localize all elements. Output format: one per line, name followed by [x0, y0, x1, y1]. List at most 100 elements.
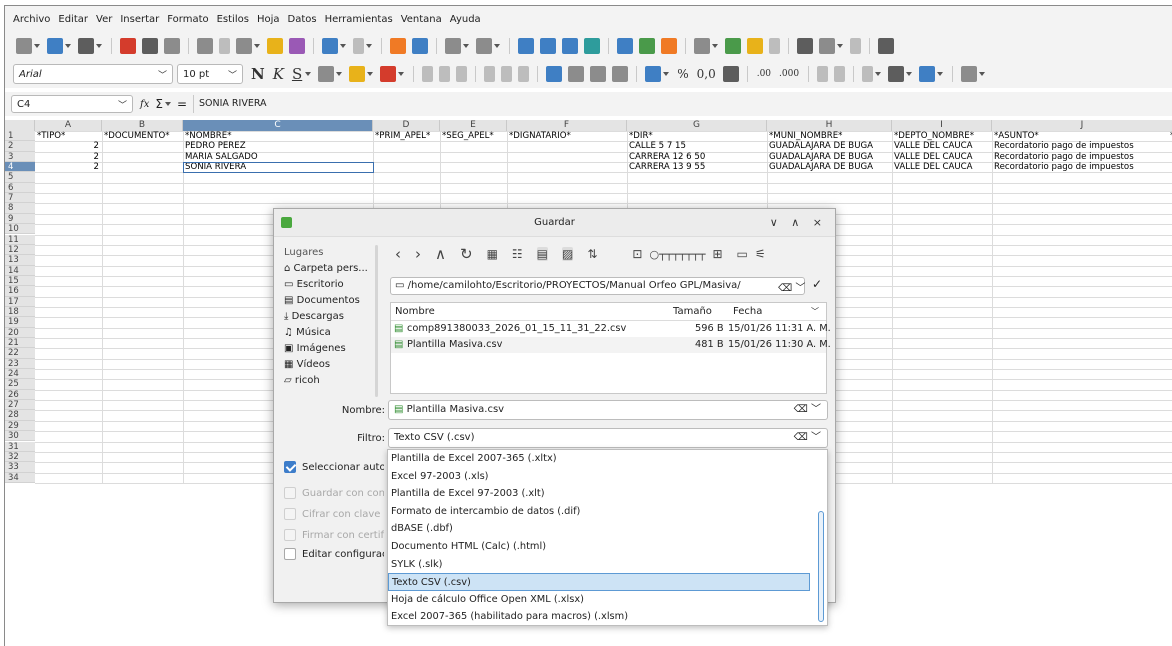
row-header[interactable]: 21	[5, 338, 35, 349]
header-cell[interactable]: *DIR*	[627, 131, 767, 141]
redo-icon[interactable]	[353, 38, 364, 54]
column-header[interactable]: G	[627, 120, 767, 131]
row-header[interactable]: 31	[5, 441, 35, 452]
row-header[interactable]: 8	[5, 203, 35, 214]
row-header[interactable]: 20	[5, 327, 35, 338]
cell-muni[interactable]: GUADALAJARA DE BUGA	[767, 141, 892, 151]
column-header[interactable]: I	[892, 120, 992, 131]
row-header[interactable]: 4	[5, 162, 35, 173]
place-music[interactable]: ♫ Música	[284, 325, 371, 341]
row-header[interactable]: 22	[5, 348, 35, 359]
add-decimal-button[interactable]: .00	[757, 69, 771, 79]
header-cell[interactable]: *SEG_APEL*	[440, 131, 507, 141]
cell-asunto[interactable]: Recordatorio pago de impuestos	[992, 152, 1168, 162]
percent-format-button[interactable]: %	[677, 67, 688, 81]
icon-view-icon[interactable]: ▦	[487, 247, 498, 261]
column-header[interactable]: E	[440, 120, 507, 131]
options-icon[interactable]: ⚟	[755, 247, 766, 261]
split-window-icon[interactable]	[850, 38, 861, 54]
sort-descending-icon[interactable]	[562, 38, 578, 54]
sort-ascending-icon[interactable]	[540, 38, 556, 54]
new-icon[interactable]	[16, 38, 32, 54]
place-documents[interactable]: ▤ Documentos	[284, 293, 371, 309]
date-format-icon[interactable]	[722, 66, 739, 82]
print-preview-icon[interactable]	[164, 38, 180, 54]
freeze-rows-icon[interactable]	[819, 38, 835, 54]
clear-path-icon[interactable]: ⌫ ﹀	[778, 279, 805, 294]
formula-button[interactable]: =	[177, 97, 187, 111]
row-header[interactable]: 34	[5, 472, 35, 483]
row-header[interactable]: 19	[5, 317, 35, 328]
row-header[interactable]: 24	[5, 369, 35, 380]
cell-tipo[interactable]: 2	[35, 162, 102, 172]
header-cell[interactable]: *DOCUMENTO*	[102, 131, 183, 141]
header-cell[interactable]: *PRIM_APEL*	[373, 131, 440, 141]
strikethrough-icon[interactable]	[318, 66, 335, 82]
filter-option[interactable]: Excel 97-2003 (.xls)	[388, 468, 810, 486]
clear-filter-icon[interactable]: ⌫ ﹀	[794, 429, 821, 447]
merge-center-icon[interactable]	[612, 66, 629, 82]
undo-icon[interactable]	[322, 38, 338, 54]
cell-depto[interactable]: VALLE DEL CAUCA	[892, 152, 992, 162]
conditional-format-icon[interactable]	[961, 66, 978, 82]
place-home[interactable]: ⌂ Carpeta pers...	[284, 261, 371, 277]
row-header[interactable]: 29	[5, 420, 35, 432]
sidebar-splitter[interactable]	[375, 245, 378, 397]
row-header[interactable]: 14	[5, 265, 35, 276]
menu-item[interactable]: Formato	[167, 14, 208, 25]
paste-icon[interactable]	[236, 38, 252, 54]
cut-icon[interactable]	[197, 38, 213, 54]
cell-muni[interactable]: GUADALAJARA DE BUGA	[767, 162, 892, 172]
zoom-out-icon[interactable]: ⊡	[632, 247, 642, 261]
copy-icon[interactable]	[219, 38, 230, 54]
menu-item[interactable]: Archivo	[13, 14, 50, 25]
cell-dir[interactable]: CARRERA 12 6 50	[627, 152, 767, 162]
italic-button[interactable]: K	[273, 65, 284, 83]
menu-item[interactable]: Ver	[96, 14, 112, 25]
header-cell[interactable]: *DIGNATARIO*	[507, 131, 627, 141]
filter-option[interactable]: Excel 2007-365 (habilitado para macros) …	[388, 608, 810, 626]
cell-nombre[interactable]: MARÍA SALGADO	[183, 152, 373, 162]
back-icon[interactable]: ‹	[395, 245, 401, 263]
sort-icon[interactable]	[518, 38, 534, 54]
cell-dir[interactable]: CARRERA 13 9 55	[627, 162, 767, 172]
font-color-icon[interactable]	[380, 66, 397, 82]
bold-button[interactable]: N	[251, 65, 265, 83]
place-pictures[interactable]: ▣ Imágenes	[284, 341, 371, 357]
spelling-icon[interactable]	[412, 38, 428, 54]
detail-view-icon[interactable]: ▤	[536, 247, 549, 261]
insert-chart-icon[interactable]	[639, 38, 655, 54]
border-color-icon[interactable]	[919, 66, 936, 82]
select-all-corner[interactable]	[5, 120, 35, 131]
location-field[interactable]: ▭ /home/camilohto/Escritorio/PROYECTOS/M…	[390, 277, 805, 295]
confirm-path-icon[interactable]: ✓	[812, 277, 822, 291]
align-center-icon[interactable]	[439, 66, 451, 82]
increase-indent-icon[interactable]	[817, 66, 829, 82]
row-header[interactable]: 15	[5, 275, 35, 287]
filter-option[interactable]: Documento HTML (Calc) (.html)	[388, 538, 810, 556]
up-icon[interactable]: ∧	[435, 245, 446, 263]
cell-muni[interactable]: GUADALAJARA DE BUGA	[767, 152, 892, 162]
filter-option[interactable]: SYLK (.slk)	[388, 556, 810, 574]
function-wizard-button[interactable]: fx	[140, 99, 149, 110]
column-header[interactable]: A	[35, 120, 102, 131]
row-icon[interactable]	[445, 38, 461, 54]
auto-extension-checkbox[interactable]: Seleccionar automát	[284, 461, 384, 473]
header-cell[interactable]: *NOMBRE*	[183, 131, 373, 141]
draw-line-icon[interactable]	[878, 38, 894, 54]
row-header[interactable]: 27	[5, 400, 35, 411]
row-header[interactable]: 17	[5, 296, 35, 307]
window-controls[interactable]: ∨ ∧ ×	[770, 216, 827, 229]
sum-button[interactable]: Σ	[155, 97, 163, 111]
save-icon[interactable]	[78, 38, 94, 54]
formula-input[interactable]: SONIA RIVERA	[193, 95, 1172, 113]
font-name-combo[interactable]: Arial ﹀	[13, 64, 173, 84]
number-format-button[interactable]: 0,0	[697, 67, 716, 81]
place-downloads[interactable]: ⤓ Descargas	[284, 309, 371, 325]
column-header[interactable]: H	[767, 120, 892, 131]
pivot-table-icon[interactable]	[661, 38, 677, 54]
row-header[interactable]: 13	[5, 255, 35, 266]
border-style-icon[interactable]	[888, 66, 905, 82]
remove-decimal-button[interactable]: .000	[779, 69, 799, 79]
clear-formatting-icon[interactable]	[289, 38, 305, 54]
